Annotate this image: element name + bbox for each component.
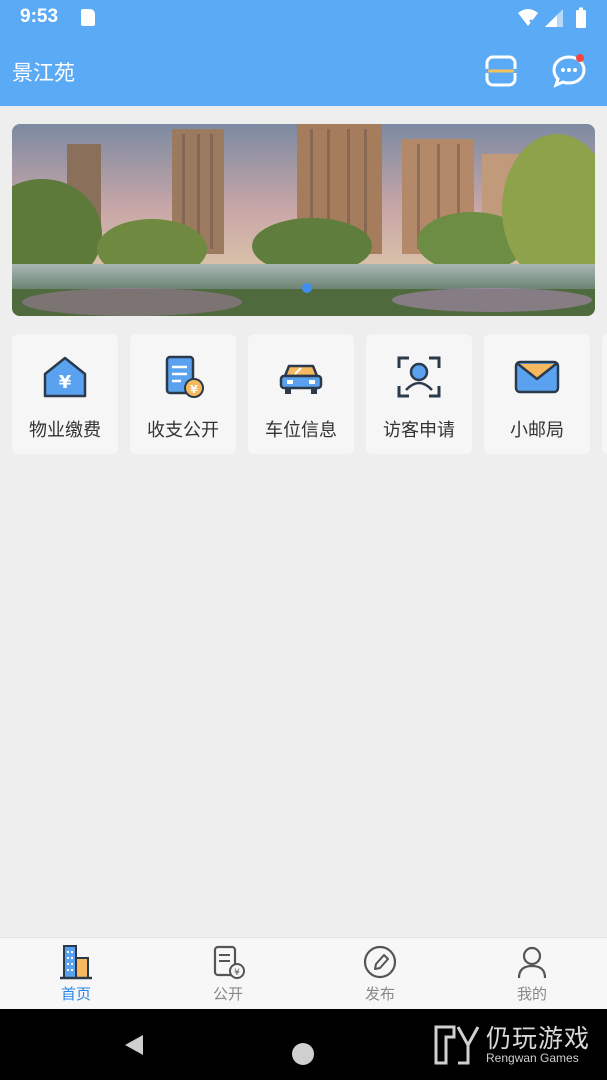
page-title: 景江苑 bbox=[12, 61, 75, 85]
scan-icon[interactable] bbox=[484, 54, 518, 88]
nav-public[interactable]: ¥ 公开 bbox=[152, 938, 304, 1010]
quick-action-parking[interactable]: 车位信息 bbox=[248, 334, 354, 454]
nav-label: 公开 bbox=[212, 985, 243, 1003]
quick-action-more[interactable] bbox=[602, 334, 607, 454]
nav-label: 我的 bbox=[516, 985, 547, 1003]
pencil-circle-icon bbox=[363, 945, 397, 979]
quick-action-label: 小邮局 bbox=[510, 420, 564, 441]
person-icon bbox=[517, 946, 547, 979]
nav-label: 首页 bbox=[60, 985, 91, 1003]
home-icon[interactable] bbox=[292, 1043, 314, 1065]
watermark-text: 仍玩游戏 bbox=[486, 1024, 591, 1053]
battery-icon bbox=[576, 7, 586, 28]
document-yen-icon: ¥ bbox=[213, 945, 245, 979]
status-time: 9:53 bbox=[20, 6, 59, 27]
house-yen-icon: ¥ bbox=[43, 356, 87, 398]
banner-image bbox=[12, 124, 595, 316]
watermark-logo-icon bbox=[434, 1025, 480, 1065]
wifi-icon bbox=[518, 9, 538, 27]
app-bar: 景江苑 bbox=[0, 36, 607, 106]
sd-card-icon bbox=[81, 9, 95, 26]
carousel-indicator-dot bbox=[302, 283, 312, 293]
svg-text:¥: ¥ bbox=[190, 383, 198, 396]
bottom-navigation: 首页 ¥ 公开 发布 我的 bbox=[0, 937, 607, 1009]
visitor-scan-icon bbox=[397, 356, 441, 398]
mail-envelope-icon bbox=[514, 360, 560, 394]
quick-action-property-fee[interactable]: ¥ 物业缴费 bbox=[12, 334, 118, 454]
nav-label: 发布 bbox=[364, 985, 395, 1003]
quick-action-finance[interactable]: ¥ 收支公开 bbox=[130, 334, 236, 454]
watermark-subtext: Rengwan Games bbox=[486, 1051, 579, 1065]
message-icon[interactable] bbox=[550, 52, 588, 88]
quick-action-post-office[interactable]: 小邮局 bbox=[484, 334, 590, 454]
signal-icon bbox=[545, 9, 563, 27]
nav-publish[interactable]: 发布 bbox=[304, 938, 456, 1010]
quick-actions: ¥ 物业缴费 ¥ 收支公开 车位信息 访客申请 小邮局 bbox=[12, 334, 607, 454]
quick-action-label: 物业缴费 bbox=[29, 420, 101, 441]
unread-dot bbox=[576, 54, 584, 62]
system-navigation-bar: 仍玩游戏 Rengwan Games bbox=[0, 1009, 607, 1080]
document-yen-icon: ¥ bbox=[165, 355, 204, 398]
status-icons bbox=[518, 7, 586, 28]
quick-action-label: 车位信息 bbox=[265, 420, 337, 441]
status-bar: 9:53 bbox=[0, 0, 607, 36]
buildings-icon bbox=[60, 945, 92, 980]
banner-carousel[interactable] bbox=[12, 124, 595, 316]
back-icon[interactable] bbox=[123, 1033, 145, 1057]
quick-action-visitor[interactable]: 访客申请 bbox=[366, 334, 472, 454]
quick-action-label: 访客申请 bbox=[383, 420, 455, 441]
svg-text:¥: ¥ bbox=[59, 372, 72, 393]
watermark: 仍玩游戏 Rengwan Games bbox=[430, 1015, 600, 1075]
car-icon bbox=[279, 364, 323, 394]
nav-mine[interactable]: 我的 bbox=[456, 938, 607, 1010]
quick-action-label: 收支公开 bbox=[147, 420, 219, 441]
svg-text:¥: ¥ bbox=[234, 968, 240, 978]
nav-home[interactable]: 首页 bbox=[0, 938, 152, 1010]
